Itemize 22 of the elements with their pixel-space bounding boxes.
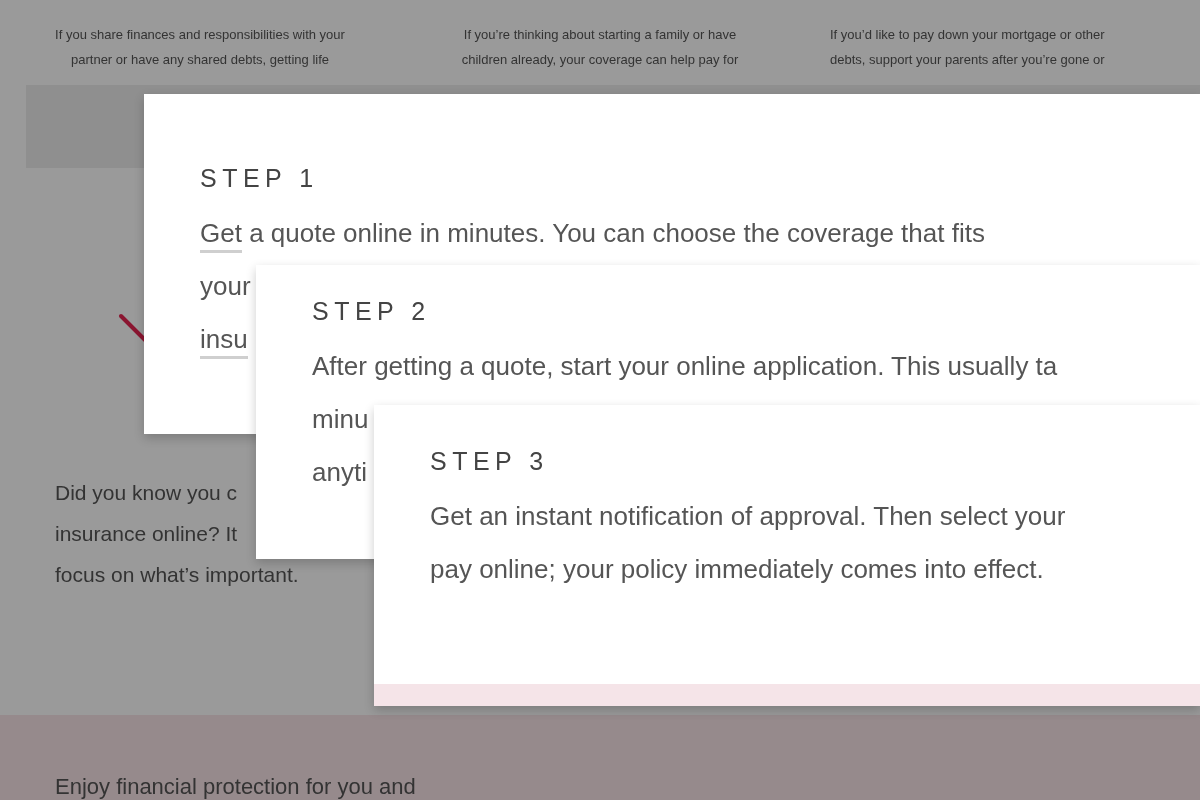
column-text: If you share finances and responsibilities with your <box>55 26 345 44</box>
step-title: STEP 2 <box>312 296 431 327</box>
step-text: minu <box>312 403 369 436</box>
intro-text: Did you know you c <box>55 480 239 506</box>
step-text: a quote online in minutes. You can choose the coverage that fits <box>248 217 985 250</box>
step-title: STEP 1 <box>200 163 319 194</box>
step-title: STEP 3 <box>430 446 549 477</box>
step-text: anyti <box>312 456 367 489</box>
column-text: partner or have any shared debts, getting life <box>71 51 329 69</box>
link[interactable]: Get <box>200 216 242 253</box>
column-text: If you’d like to pay down your mortgage or other <box>830 26 1105 44</box>
step-text: pay online; your policy immediately comes into effect. <box>430 553 1044 586</box>
intro-text: focus on what’s important. <box>55 562 299 588</box>
link[interactable]: insu <box>200 322 248 359</box>
step-text: Get an instant notification of approval. Then select your <box>430 500 1066 533</box>
step-text: After getting a quote, start your online application. This usually ta <box>312 350 1058 383</box>
footer-heading: Enjoy financial protection for you and <box>55 774 416 800</box>
column-text: children already, your coverage can help pay for <box>461 51 739 69</box>
column-text: If you’re thinking about starting a family or have <box>463 26 737 44</box>
intro-text: insurance online? It <box>55 521 239 547</box>
step-text: your <box>200 270 251 303</box>
column-text: debts, support your parents after you’re gone or <box>830 51 1105 69</box>
